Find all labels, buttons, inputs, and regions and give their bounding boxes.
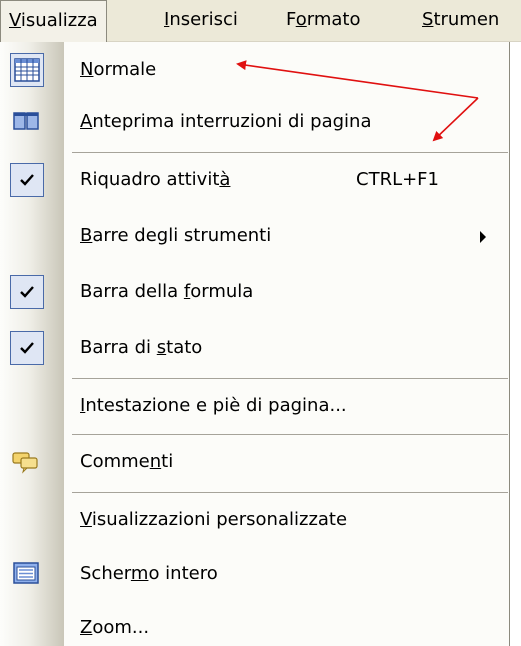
menu-separator [72, 378, 508, 379]
normal-view-icon [10, 53, 44, 87]
menu-item-commenti[interactable]: Commenti [0, 436, 509, 488]
full-screen-icon [10, 557, 44, 591]
menu-separator [72, 492, 508, 493]
menu-item-schermo-intero[interactable]: Schermo intero [0, 548, 509, 600]
menu-item-anteprima-interruzioni[interactable]: Anteprima interruzioni di pagina [0, 96, 509, 148]
menu-item-barre-strumenti[interactable]: Barre degli strumenti [0, 210, 509, 262]
check-icon [10, 275, 44, 309]
menu-item-label: Schermo intero [80, 563, 218, 584]
check-icon [10, 331, 44, 365]
menu-item-label: Commenti [80, 451, 174, 472]
menu-item-zoom[interactable]: Zoom... [0, 602, 509, 646]
page-break-preview-icon [10, 105, 44, 139]
menu-item-label: Anteprima interruzioni di pagina [80, 111, 372, 132]
menu-item-label: Barra di stato [80, 337, 203, 358]
menu-formato[interactable]: Formato [278, 0, 368, 42]
check-icon [10, 163, 44, 197]
submenu-arrow-icon [480, 231, 486, 243]
menu-visualizza[interactable]: Visualizza [0, 0, 107, 44]
visualizza-dropdown-menu: Normale Anteprima interruzioni di pagina… [0, 42, 510, 646]
excel-view-menu-screen: Visualizza Inserisci Formato Strumen Nor… [0, 0, 521, 646]
menu-item-label: Intestazione e piè di pagina... [80, 395, 347, 416]
menu-separator [72, 434, 508, 435]
menu-item-barra-formula[interactable]: Barra della formula [0, 266, 509, 318]
menu-item-barra-stato[interactable]: Barra di stato [0, 322, 509, 374]
menu-item-label: Normale [80, 59, 157, 80]
menu-strumenti[interactable]: Strumen [414, 0, 507, 42]
menu-item-visualizzazioni-personalizzate[interactable]: Visualizzazioni personalizzate [0, 494, 509, 546]
menu-item-intestazione[interactable]: Intestazione e piè di pagina... [0, 380, 509, 432]
menu-item-normale[interactable]: Normale [0, 44, 509, 96]
menu-item-riquadro-attivita[interactable]: Riquadro attività CTRL+F1 [0, 154, 509, 206]
menu-item-label: Barra della formula [80, 281, 254, 302]
menu-item-label: Riquadro attività [80, 169, 231, 190]
menu-bar: Visualizza Inserisci Formato Strumen [0, 0, 521, 44]
menu-inserisci[interactable]: Inserisci [156, 0, 246, 42]
comments-icon [10, 445, 44, 479]
menu-item-shortcut: CTRL+F1 [356, 169, 439, 190]
menu-item-label: Visualizzazioni personalizzate [80, 509, 348, 530]
menu-item-label: Barre degli strumenti [80, 225, 272, 246]
menu-item-label: Zoom... [80, 617, 150, 638]
menu-separator [72, 152, 508, 153]
